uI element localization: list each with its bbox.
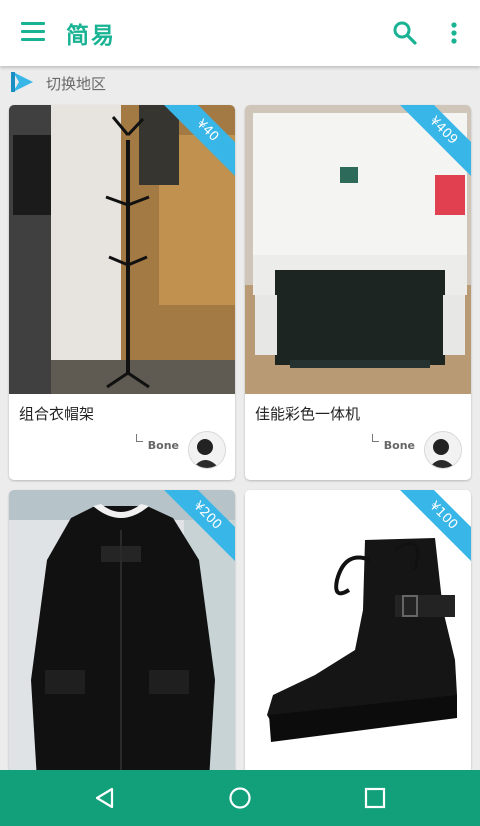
search-icon[interactable] (392, 20, 418, 46)
listing-card[interactable]: ¥100 (245, 490, 471, 790)
seller-tag-icon (136, 434, 143, 442)
listing-card[interactable]: ¥40 组合衣帽架 Bone (9, 105, 235, 480)
listing-photo (245, 490, 471, 790)
listing-title: 组合衣帽架 (19, 405, 95, 423)
app-bar: 简易 (0, 0, 480, 66)
listing-photo (9, 490, 235, 790)
system-nav-bar (0, 770, 480, 826)
home-icon[interactable] (228, 786, 252, 810)
listing-card[interactable]: ¥409 佳能彩色一体机 Bone (245, 105, 471, 480)
seller-tag-icon (372, 434, 379, 442)
menu-icon[interactable] (21, 22, 45, 42)
seller-avatar[interactable] (424, 431, 462, 469)
app-title: 简易 (66, 23, 116, 49)
avatar-icon (189, 432, 225, 468)
region-switch-label[interactable]: 切换地区 (46, 73, 106, 94)
more-vert-icon[interactable] (444, 20, 464, 46)
listing-photo (245, 105, 471, 394)
region-switch-icon[interactable] (11, 71, 35, 93)
listing-photo (9, 105, 235, 394)
listing-title: 佳能彩色一体机 (255, 405, 361, 423)
recent-apps-icon[interactable] (364, 787, 386, 809)
back-icon[interactable] (94, 786, 116, 810)
seller-name: Bone (383, 439, 415, 452)
avatar-icon (425, 432, 461, 468)
seller-name: Bone (147, 439, 179, 452)
listing-card[interactable]: ¥200 (9, 490, 235, 790)
seller-avatar[interactable] (188, 431, 226, 469)
